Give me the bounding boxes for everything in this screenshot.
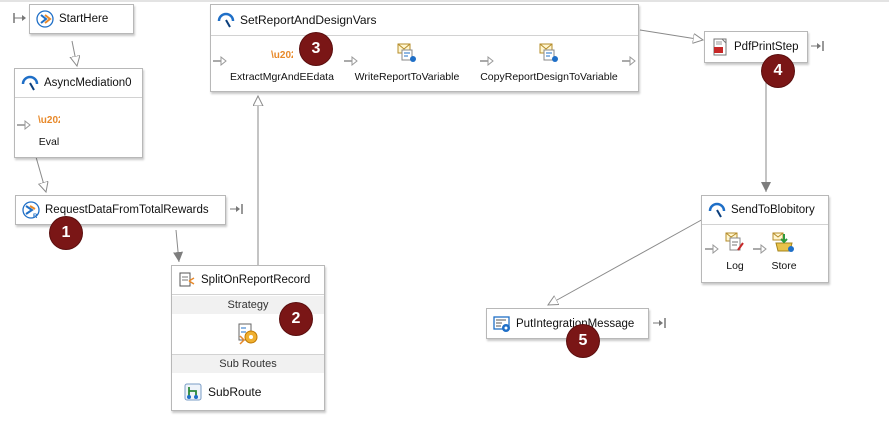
pdf-icon — [711, 38, 729, 56]
entry-pin — [13, 13, 27, 23]
step-label-eval: Eval — [38, 136, 60, 148]
callout-badge-4: 4 — [762, 55, 794, 87]
route-icon — [36, 10, 54, 28]
write-variable-icon[interactable] — [396, 42, 418, 67]
connector-icon: R — [22, 201, 40, 219]
subroute-label[interactable]: SubRoute — [208, 385, 261, 399]
node-pdf-print[interactable]: PdfPrintStep — [704, 31, 808, 63]
step-inlet-arrow-icon — [17, 119, 31, 133]
step-label-store: Store — [771, 260, 797, 272]
node-title: AsyncMediation0 — [44, 77, 132, 89]
node-send-to-blobitory[interactable]: SendToBlobitory Log Store — [701, 195, 829, 283]
callout-badge-1: 1 — [50, 217, 82, 249]
step-inlet-arrow-icon — [705, 243, 719, 257]
store-icon[interactable] — [772, 231, 796, 256]
svg-text:R: R — [33, 214, 38, 219]
exit-pin — [653, 318, 667, 328]
integration-message-icon — [493, 315, 511, 333]
step-inlet-arrow-icon — [213, 55, 227, 69]
split-icon — [178, 271, 196, 289]
write-variable-icon[interactable] — [538, 42, 560, 67]
eval-icon[interactable]: \u2022\u00b1b\u2022 — [38, 113, 138, 128]
step-label-write-report: WriteReportToVariable — [354, 71, 460, 83]
svg-text:\u2022\u00b1b\u2022: \u2022\u00b1b\u2022 — [38, 115, 60, 125]
exit-pin — [811, 41, 825, 51]
step-flow-arrow-icon — [753, 243, 767, 257]
node-title: PdfPrintStep — [734, 41, 799, 53]
subroutes-section-label: Sub Routes — [172, 354, 324, 373]
wire-start-to-async[interactable] — [72, 40, 77, 66]
subroute-icon — [184, 383, 202, 401]
node-title: SetReportAndDesignVars — [240, 13, 377, 27]
callout-badge-2: 2 — [280, 303, 312, 335]
node-title: SplitOnReportRecord — [201, 274, 311, 286]
step-label-log: Log — [726, 260, 744, 272]
step-label-extract: ExtractMgrAndEEdata — [230, 71, 334, 83]
node-start-here[interactable]: StartHere — [29, 4, 134, 34]
node-split-on-report[interactable]: SplitOnReportRecord Strategy Sub Routes … — [171, 265, 325, 411]
mediation-icon — [708, 201, 726, 219]
mediation-icon — [21, 74, 39, 92]
log-icon[interactable] — [724, 231, 746, 256]
node-title: SendToBlobitory — [731, 204, 815, 216]
node-set-report-vars[interactable]: SetReportAndDesignVars \u2022\u00b1b\u20… — [210, 4, 639, 92]
eval-icon[interactable]: \u2022\u00b1b\u2022 — [271, 48, 371, 63]
wire-setreport-to-pdf[interactable] — [639, 29, 703, 40]
step-outlet-arrow-icon — [622, 55, 636, 69]
wire-request-to-split[interactable] — [173, 229, 184, 263]
strategy-icon[interactable] — [236, 322, 260, 349]
node-title: RequestDataFromTotalRewards — [45, 204, 209, 216]
step-flow-arrow-icon — [480, 55, 494, 69]
wire-blobitory-to-putintegration[interactable] — [548, 217, 706, 305]
mediation-icon — [217, 11, 235, 29]
svg-text:\u2022\u00b1b\u2022: \u2022\u00b1b\u2022 — [271, 50, 293, 60]
exit-pin — [230, 204, 244, 214]
step-label-copy-design: CopyReportDesignToVariable — [480, 71, 618, 83]
callout-badge-3: 3 — [300, 33, 332, 65]
node-request-data[interactable]: R RequestDataFromTotalRewards — [15, 195, 226, 225]
wire-async-to-request[interactable] — [35, 156, 46, 192]
callout-badge-5: 5 — [567, 325, 599, 357]
node-async-mediation[interactable]: AsyncMediation0 \u2022\u00b1b\u2022 Eval — [14, 68, 143, 158]
step-flow-arrow-icon — [344, 55, 358, 69]
node-title: StartHere — [59, 13, 109, 25]
